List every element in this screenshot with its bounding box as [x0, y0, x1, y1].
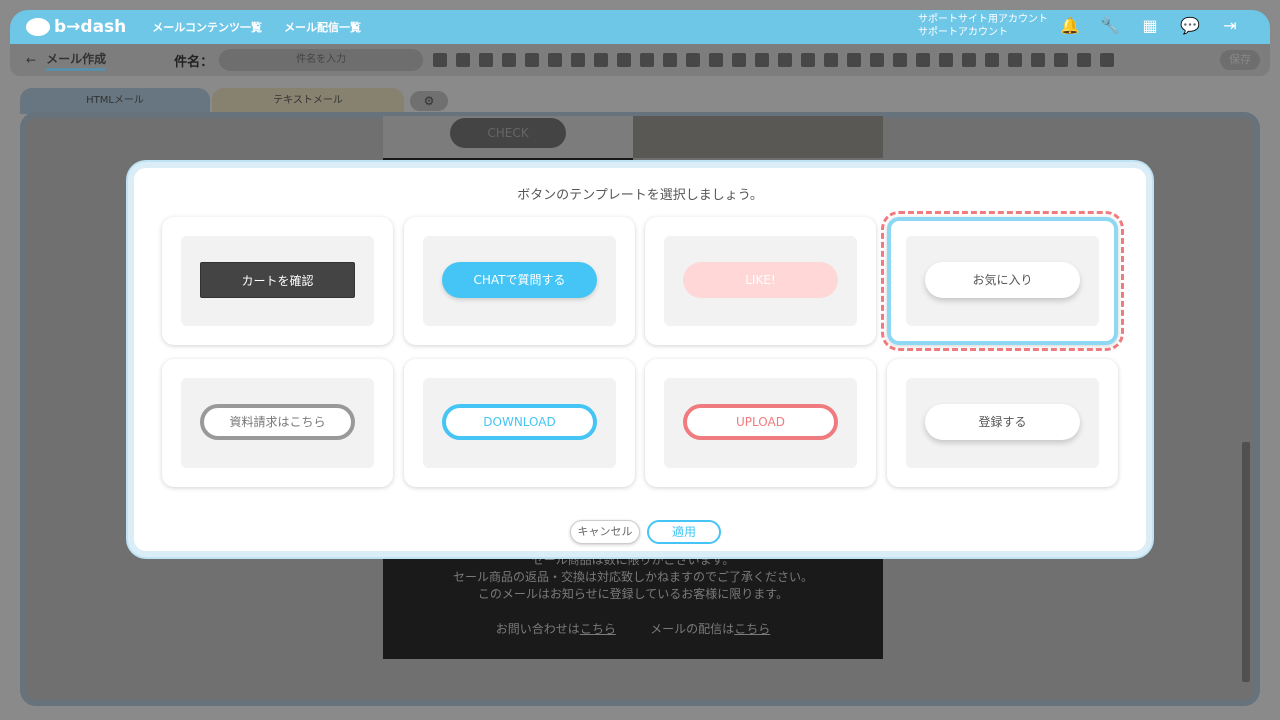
logout-icon[interactable]: ⇥: [1220, 16, 1240, 36]
email-check-button: CHECK: [450, 118, 566, 148]
duplicate-icon[interactable]: [778, 53, 793, 67]
tool-icons: [433, 53, 1115, 67]
nav-mail-contents[interactable]: メールコンテンツ一覧: [152, 19, 262, 35]
contact-link: こちら: [579, 622, 616, 636]
trash-icon[interactable]: [755, 53, 770, 67]
account-info[interactable]: サポートサイト用アカウント サポートアカウント: [918, 13, 1048, 39]
wrench-icon[interactable]: 🔧: [1100, 16, 1120, 36]
tab-text-mail[interactable]: テキストメール: [212, 88, 404, 114]
mask-icon[interactable]: [1008, 53, 1023, 67]
image-icon[interactable]: [456, 53, 471, 67]
template-card[interactable]: UPLOAD: [645, 359, 876, 487]
template-button: CHATで質問する: [442, 262, 597, 298]
connector-icon[interactable]: [502, 53, 517, 67]
expand-icon[interactable]: [686, 53, 701, 67]
email-footer: セール商品は数に限りがございます。 セール商品の返品・交換は対応致しかねますので…: [383, 540, 883, 659]
calendar-icon[interactable]: [870, 53, 885, 67]
tab-html-mail[interactable]: HTMLメール: [20, 88, 210, 114]
cancel-button[interactable]: キャンセル: [570, 520, 640, 544]
chevron-down-icon[interactable]: [1100, 53, 1115, 67]
template-button: UPLOAD: [683, 404, 838, 440]
database-icon[interactable]: [916, 53, 931, 67]
apply-button[interactable]: 適用: [647, 520, 721, 544]
template-button: LIKE!: [683, 262, 838, 298]
email-image: [633, 116, 883, 158]
template-card[interactable]: LIKE!: [645, 217, 876, 345]
text-icon[interactable]: [479, 53, 494, 67]
template-card[interactable]: 登録する: [887, 359, 1118, 487]
play-icon[interactable]: [1077, 53, 1092, 67]
editor-toolbar: ← メール作成 件名： 件名を入力 保存: [10, 44, 1270, 76]
user-card-icon[interactable]: [1031, 53, 1046, 67]
settings-icon[interactable]: [893, 53, 908, 67]
redo-icon[interactable]: [571, 53, 586, 67]
pen-icon[interactable]: [640, 53, 655, 67]
image-block-icon[interactable]: [709, 53, 724, 67]
save-button[interactable]: 保存: [1220, 50, 1260, 70]
app-logo[interactable]: b→dash: [26, 17, 126, 37]
palette-icon[interactable]: [594, 53, 609, 67]
subject-input[interactable]: 件名を入力: [219, 49, 424, 71]
link-icon[interactable]: [847, 53, 862, 67]
template-button: カートを確認: [200, 262, 355, 298]
button-icon[interactable]: [525, 53, 540, 67]
copy-icon[interactable]: [732, 53, 747, 67]
gear-icon[interactable]: ⚙: [410, 91, 448, 111]
undo-icon[interactable]: [548, 53, 563, 67]
bell-icon[interactable]: 🔔: [1060, 16, 1080, 36]
editor-scrollbar[interactable]: [1240, 122, 1250, 694]
align-icon[interactable]: [617, 53, 632, 67]
logo-bubble-icon: [26, 18, 50, 36]
top-bar: b→dash メールコンテンツ一覧 メール配信一覧 サポートサイト用アカウント …: [10, 10, 1270, 44]
chat-icon[interactable]: 💬: [1180, 16, 1200, 36]
target-icon[interactable]: [663, 53, 678, 67]
button-template-dialog: ボタンのテンプレートを選択しましょう。 カートを確認 CHATで質問する LIK…: [128, 162, 1152, 557]
unsubscribe-link: こちら: [734, 622, 771, 636]
template-card[interactable]: CHATで質問する: [404, 217, 635, 345]
template-button: お気に入り: [925, 262, 1080, 298]
page-title: メール作成: [46, 50, 107, 71]
template-card[interactable]: DOWNLOAD: [404, 359, 635, 487]
template-button: DOWNLOAD: [442, 404, 597, 440]
template-button: 資料請求はこちら: [200, 404, 355, 440]
template-card-selected[interactable]: お気に入り: [881, 211, 1124, 351]
scroll-thumb[interactable]: [1242, 442, 1250, 682]
chart-icon[interactable]: [985, 53, 1000, 67]
grid-icon[interactable]: ▦: [1140, 16, 1160, 36]
image-icon[interactable]: [433, 53, 448, 67]
template-card[interactable]: 資料請求はこちら: [162, 359, 393, 487]
back-arrow-icon[interactable]: ←: [26, 53, 36, 67]
preview-icon[interactable]: [1054, 53, 1069, 67]
nav-mail-delivery[interactable]: メール配信一覧: [284, 19, 361, 35]
rows-icon[interactable]: [824, 53, 839, 67]
template-button: 登録する: [925, 404, 1080, 440]
document-icon[interactable]: [939, 53, 954, 67]
dialog-title: ボタンのテンプレートを選択しましょう。: [517, 188, 763, 203]
filter-icon[interactable]: [962, 53, 977, 67]
columns-icon[interactable]: [801, 53, 816, 67]
template-card[interactable]: カートを確認: [162, 217, 393, 345]
subject-label: 件名：: [174, 54, 214, 70]
